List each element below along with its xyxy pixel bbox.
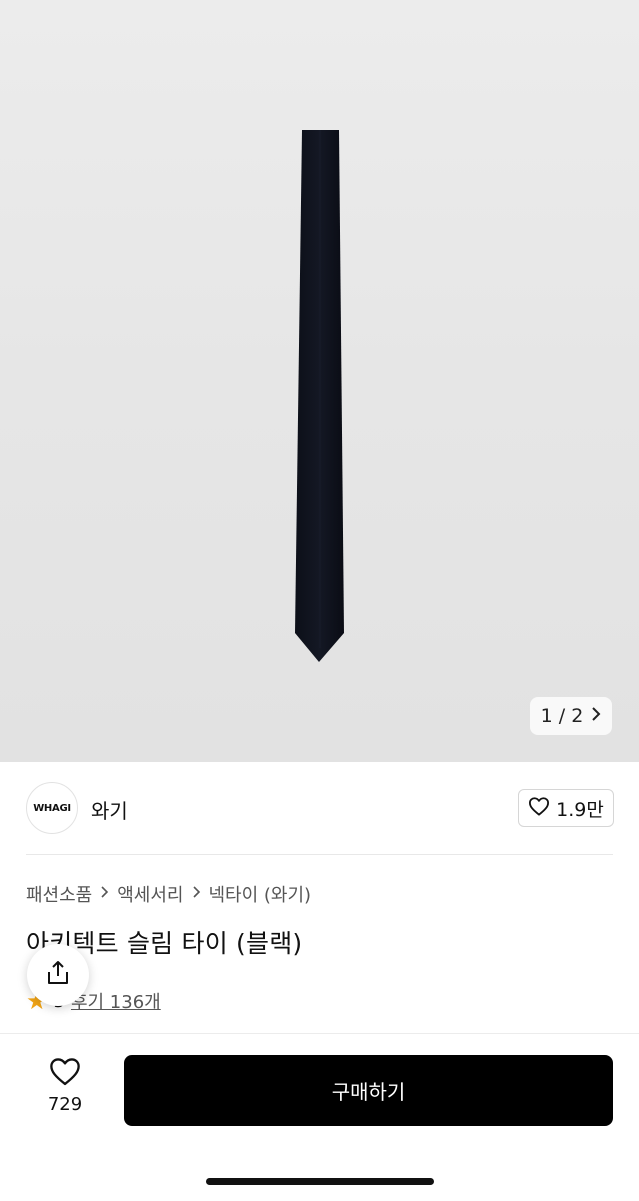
review-link[interactable]: 후기 136개 <box>71 988 161 1014</box>
heart-icon <box>48 1056 82 1090</box>
wishlist-button[interactable]: 729 <box>30 1056 100 1126</box>
buy-button[interactable]: 구매하기 <box>124 1055 613 1126</box>
wishlist-count: 729 <box>47 1094 83 1115</box>
chevron-right-icon <box>100 884 109 904</box>
pager-text: 1 / 2 <box>540 705 584 727</box>
brand-like-count: 1.9만 <box>556 798 604 821</box>
brand-logo-text: WHAGI <box>33 802 71 814</box>
brand-name[interactable]: 와기 <box>91 795 128 824</box>
breadcrumb-item[interactable]: 넥타이 (와기) <box>209 881 312 907</box>
bottom-action-bar: 729 구매하기 <box>0 1033 639 1201</box>
breadcrumb-item[interactable]: 패션소품 <box>26 881 92 907</box>
necktie-image <box>295 130 344 662</box>
share-button[interactable] <box>27 944 89 1006</box>
breadcrumb: 패션소품 액세서리 넥타이 (와기) <box>26 880 311 908</box>
brand-logo[interactable]: WHAGI <box>26 782 78 834</box>
brand-row: WHAGI 와기 1.9만 <box>0 762 639 854</box>
chevron-right-icon <box>192 884 201 904</box>
image-pager[interactable]: 1 / 2 <box>530 697 612 735</box>
breadcrumb-item[interactable]: 액세서리 <box>117 881 183 907</box>
divider <box>26 854 613 855</box>
product-image-gallery[interactable]: 1 / 2 <box>0 0 639 762</box>
brand-like-button[interactable]: 1.9만 <box>518 789 614 827</box>
chevron-right-icon <box>591 706 601 727</box>
heart-icon <box>528 796 550 821</box>
share-icon <box>45 960 71 990</box>
home-indicator <box>206 1178 434 1185</box>
